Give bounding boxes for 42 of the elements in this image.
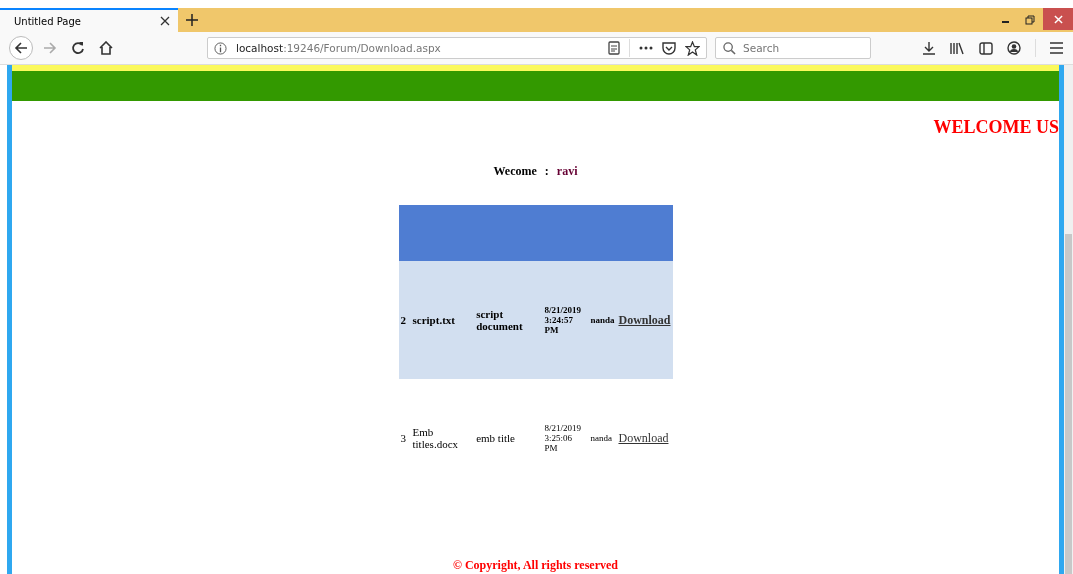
download-link[interactable]: Download [618, 430, 669, 445]
sidebar-icon[interactable] [979, 41, 993, 55]
id-cell: 3 [398, 379, 411, 497]
user-cell: nanda [588, 261, 617, 379]
welcome-heading: WELCOME US [933, 117, 1059, 139]
url-text: localhost:19246/Forum/Download.aspx [236, 42, 441, 54]
library-icon[interactable] [950, 41, 965, 55]
search-icon [723, 42, 736, 55]
date-cell: 8/21/2019 3:24:57 PM [542, 261, 589, 379]
account-icon[interactable] [1007, 41, 1021, 55]
reload-icon[interactable] [71, 41, 85, 55]
download-link[interactable]: Download [618, 312, 671, 327]
copyright-text: © Copyright, All rights reserved [452, 558, 619, 572]
home-icon[interactable] [99, 41, 113, 55]
star-icon[interactable] [685, 40, 700, 56]
browser-tab[interactable]: Untitled Page [0, 8, 178, 32]
file-name-cell: Emb titles.docx [410, 379, 475, 497]
window-close-button[interactable] [1043, 8, 1073, 30]
title-cell: emb title [474, 379, 543, 497]
arrow-left-icon [14, 41, 28, 55]
close-icon [1053, 14, 1063, 24]
id-cell: 2 [398, 261, 411, 379]
search-field[interactable]: Search [715, 37, 871, 59]
more-icon[interactable] [639, 46, 653, 50]
new-tab-icon[interactable] [186, 14, 198, 26]
user-name: ravi [556, 164, 578, 179]
restore-icon[interactable] [1025, 15, 1035, 25]
file-name-cell: script.txt [410, 261, 475, 379]
pocket-icon[interactable] [662, 41, 676, 55]
date-cell: 8/21/2019 3:25:06 PM [542, 379, 589, 497]
download-icon[interactable] [922, 41, 936, 55]
back-button[interactable] [9, 36, 33, 60]
greeting-label: Wecome [493, 164, 537, 179]
menu-icon[interactable] [1050, 42, 1063, 54]
address-bar[interactable]: localhost:19246/Forum/Download.aspx [207, 37, 707, 59]
reader-view-icon[interactable] [608, 41, 620, 55]
greeting-separator: : [544, 164, 549, 179]
scrollbar[interactable] [1064, 65, 1073, 574]
user-cell: nanda [588, 379, 617, 497]
info-icon[interactable] [214, 41, 227, 55]
close-icon[interactable] [160, 16, 170, 26]
title-cell: script document [474, 261, 543, 379]
